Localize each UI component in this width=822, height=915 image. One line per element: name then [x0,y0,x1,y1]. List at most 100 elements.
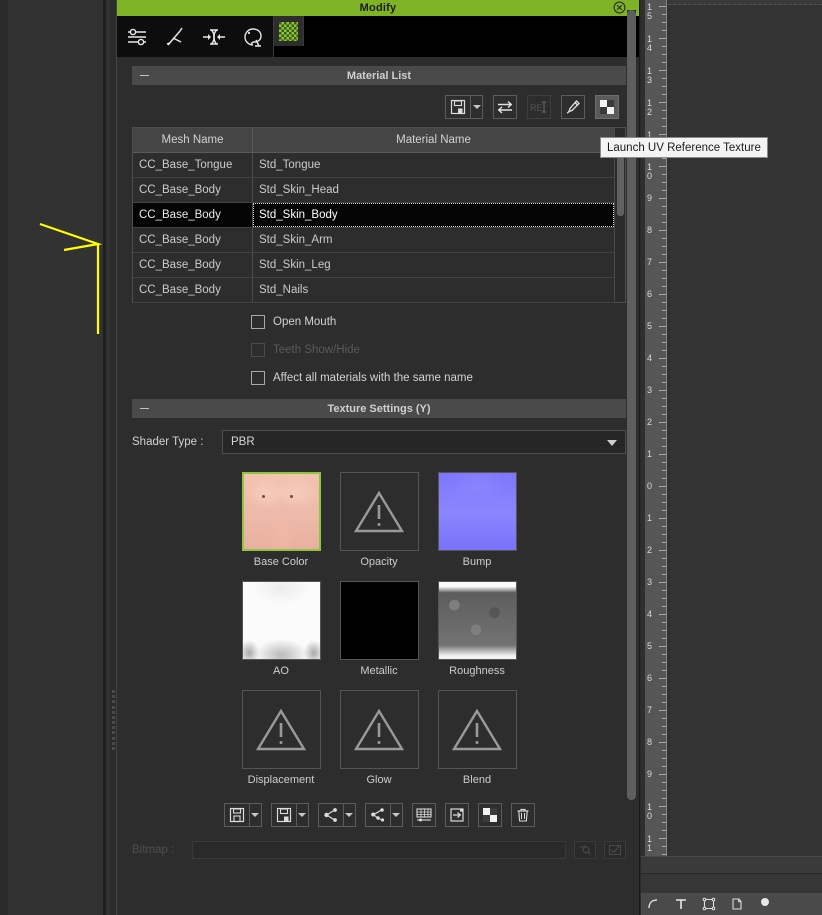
ruler-major-tick [659,102,666,103]
adjust-sliders-icon[interactable] [123,22,153,52]
dot-tool-icon[interactable] [757,897,772,912]
save-texture-as-button[interactable] [270,803,309,827]
base-color-map-preview [243,474,319,549]
texture-thumbnail[interactable] [241,690,321,769]
chevron-down-icon[interactable] [607,440,617,446]
floppy-copy-icon[interactable] [270,803,296,827]
checker-texture-icon[interactable] [274,16,304,46]
table-row[interactable]: CC_Base_Tongue Std_Tongue [133,153,614,178]
save-material-button[interactable] [445,95,483,119]
texture-channel-bump[interactable]: Bump [437,472,517,568]
modify-panel-titlebar[interactable]: Modify [117,0,639,16]
import-texture-button[interactable] [444,803,469,827]
shader-type-select[interactable]: PBR [222,430,626,454]
table-row-selected[interactable]: CC_Base_Body Std_Skin_Body [133,203,614,228]
swap-material-button[interactable] [493,95,517,119]
texture-thumbnail[interactable] [241,581,321,660]
floppy-save-icon[interactable] [445,95,470,119]
panel-scrollbar-thumb[interactable] [627,10,636,800]
texture-thumbnail[interactable] [437,472,517,551]
node-link-icon[interactable] [317,803,343,827]
rename-material-button[interactable]: RE [527,95,551,119]
load-texture-button[interactable] [317,803,356,827]
open-mouth-checkbox[interactable] [251,315,265,329]
ruler-minor-tick [662,718,666,719]
material-list-table: Mesh Name Material Name CC_Base_Tongue S… [132,127,626,303]
texture-thumbnail[interactable] [241,472,321,551]
bitmap-label: Bitmap : [132,844,175,856]
texture-settings-title: Texture Settings (Y) [327,402,431,415]
chevron-down-icon[interactable] [248,803,262,827]
texture-channel-displacement[interactable]: Displacement [241,690,321,786]
texture-channel-metallic[interactable]: Metallic [339,581,419,677]
ruler-major-tick [659,422,666,423]
bitmap-input[interactable] [192,841,566,859]
table-row[interactable]: CC_Base_Body Std_Skin_Arm [133,228,614,253]
texture-thumbnail[interactable] [339,472,419,551]
texture-channel-glow[interactable]: Glow [339,690,419,786]
texture-thumbnail[interactable] [339,581,419,660]
texture-thumbnail[interactable] [437,581,517,660]
ruler-minor-tick [662,822,666,823]
modify-panel-body: Material List RE Mesh Name Material Name… [117,57,641,915]
ruler-minor-tick [662,350,666,351]
material-list-title: Material List [346,69,412,82]
texture-channel-ao[interactable]: AO [241,581,321,677]
browse-folder-icon[interactable] [574,841,596,859]
ruler-label: 0 [647,481,653,491]
transform-tool-icon[interactable] [701,897,716,912]
texture-channel-opacity[interactable]: Opacity [339,472,419,568]
pick-material-button[interactable] [561,95,585,119]
texture-channel-roughness[interactable]: Roughness [437,581,517,677]
text-tool-icon[interactable] [673,897,688,912]
ruler-minor-tick [662,94,666,95]
panel-scrollbar[interactable] [627,10,636,800]
table-row[interactable]: CC_Base_Body Std_Skin_Head [133,178,614,203]
affect-all-materials-checkbox[interactable] [251,371,265,385]
column-header-material-name[interactable]: Material Name [253,128,614,152]
ruler-minor-tick [662,382,666,383]
chevron-down-icon[interactable] [342,803,356,827]
chevron-down-icon[interactable] [389,803,403,827]
delete-texture-button[interactable] [510,803,535,827]
ruler-label: 2 [647,417,653,427]
column-header-mesh-name[interactable]: Mesh Name [133,128,253,152]
pose-edit-icon[interactable] [161,22,191,52]
ruler-minor-tick [662,190,666,191]
launch-uv-reference-texture-button[interactable] [595,95,619,119]
move-tool-icon[interactable] [645,897,660,912]
share-nodes-icon[interactable] [364,803,390,827]
open-mouth-row[interactable]: Open Mouth [251,313,641,331]
texture-settings-section-header[interactable]: Texture Settings (Y) [132,399,626,418]
edit-check-icon[interactable] [604,841,626,859]
texture-thumbnail[interactable] [437,690,517,769]
texture-thumbnail[interactable] [339,690,419,769]
texture-channel-label: Metallic [360,665,398,677]
table-scrollbar-thumb[interactable] [617,154,624,216]
cell-mesh-name: CC_Base_Body [133,278,253,302]
chevron-down-icon[interactable] [470,95,483,119]
share-texture-button[interactable] [364,803,403,827]
affect-all-materials-row[interactable]: Affect all materials with the same name [251,369,641,387]
page-tool-icon[interactable] [729,897,744,912]
close-icon[interactable] [613,1,626,14]
ruler-major-tick [659,454,666,455]
texture-channel-blend[interactable]: Blend [437,690,517,786]
texture-channel-base-color[interactable]: Base Color [241,472,321,568]
table-row[interactable]: CC_Base_Body Std_Nails [133,278,614,303]
ruler-label: 7 [647,705,653,715]
mesh-constrain-icon[interactable] [199,22,229,52]
table-row[interactable]: CC_Base_Body Std_Skin_Leg [133,253,614,278]
ruler-major-tick [659,614,666,615]
material-list-section-header[interactable]: Material List [132,66,626,85]
palette-icon[interactable] [237,22,267,52]
vertical-ruler[interactable]: 15141312111098765432101234567891011 [645,0,667,856]
chevron-down-icon[interactable] [295,803,309,827]
ruler-label: 2 [647,545,653,555]
cell-material-name: Std_Skin_Head [259,184,339,196]
save-texture-button[interactable] [223,803,262,827]
uv-canvas[interactable] [668,0,822,856]
tile-texture-button[interactable] [411,803,436,827]
checker-preview-button[interactable] [477,803,502,827]
floppy-icon[interactable] [223,803,249,827]
